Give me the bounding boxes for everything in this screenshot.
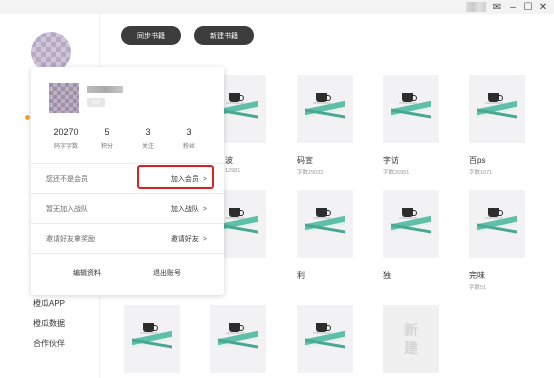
avatar[interactable] (31, 32, 71, 72)
logout-button[interactable]: 退出账号 (153, 268, 181, 278)
edit-profile-button[interactable]: 编辑资料 (73, 268, 101, 278)
stat-label: 关注 (141, 144, 154, 150)
highlight-box (137, 165, 214, 189)
coffee-cup-icon (488, 208, 503, 217)
coffee-cup-icon (143, 323, 158, 332)
chevron-right-icon: > (202, 206, 207, 213)
book-cover[interactable] (297, 190, 353, 258)
book-cover[interactable] (124, 305, 180, 373)
chevron-right-icon: > (202, 236, 207, 243)
avatar[interactable] (49, 83, 79, 113)
book-title: 码宣 (297, 156, 313, 165)
coffee-cup-icon (402, 208, 417, 217)
book-cover[interactable] (469, 190, 525, 258)
book-word-count: 字数51 (469, 285, 487, 291)
minimize-icon[interactable]: – (506, 0, 520, 14)
coffee-cup-icon (229, 93, 244, 102)
close-icon[interactable]: ✕ (536, 0, 550, 14)
coffee-cup-icon (316, 93, 331, 102)
coffee-cup-icon (402, 93, 417, 102)
divider (31, 223, 224, 224)
stat-value: 5 (104, 127, 110, 137)
book-word-count: 12981 (225, 168, 241, 174)
user-profile-popup: VIP 20270 码字字数 5 积分 3 关注 3 粉丝 您还不是会员 加入会… (31, 67, 224, 295)
book-cover[interactable] (210, 305, 266, 373)
user-avatar-mini[interactable] (466, 2, 486, 12)
book-cover[interactable] (383, 190, 439, 258)
invite-friends-link[interactable]: 邀请好友 > (171, 234, 207, 244)
book-title: 独 (383, 271, 391, 280)
title-bar: ✉ – ☐ ✕ (0, 0, 554, 14)
coffee-cup-icon (316, 208, 331, 217)
stat-value: 20270 (53, 127, 79, 137)
stat-word-count[interactable]: 20270 码字字数 (48, 127, 84, 150)
username-blurred (87, 86, 123, 93)
stat-label: 积分 (100, 144, 113, 150)
sidebar-item-app[interactable]: 橙瓜APP (33, 298, 65, 309)
stat-following[interactable]: 3 关注 (130, 127, 166, 150)
sidebar-item-data[interactable]: 橙瓜数据 (33, 318, 65, 329)
membership-status: 您还不是会员 (46, 176, 88, 183)
book-cover[interactable] (383, 75, 439, 143)
divider (31, 253, 224, 254)
notification-dot (25, 115, 30, 120)
invite-reward-text: 邀请好友拿奖励 (46, 236, 95, 243)
join-team-link[interactable]: 加入战队 > (171, 204, 207, 214)
stat-label: 粉丝 (182, 144, 195, 150)
book-cover[interactable] (297, 305, 353, 373)
sync-books-button[interactable]: 同步书籍 (121, 26, 181, 45)
new-book-text-1: 新 (404, 322, 418, 338)
book-cover[interactable] (469, 75, 525, 143)
mail-icon[interactable]: ✉ (490, 0, 504, 14)
coffee-cup-icon (229, 323, 244, 332)
coffee-cup-icon (229, 208, 244, 217)
book-cover[interactable] (297, 75, 353, 143)
new-book-button[interactable]: 新建书籍 (194, 26, 254, 45)
coffee-cup-icon (488, 93, 503, 102)
book-title: 百ps (469, 156, 486, 165)
coffee-cup-icon (316, 323, 331, 332)
stat-value: 3 (145, 127, 151, 137)
book-word-count: 字数1071 (469, 170, 493, 176)
stat-label: 码字字数 (53, 144, 78, 150)
stat-fans[interactable]: 3 粉丝 (171, 127, 207, 150)
sidebar-item-partners[interactable]: 合作伙伴 (33, 338, 65, 349)
vip-badge: VIP (87, 98, 105, 107)
book-title: 波 (225, 156, 233, 165)
book-title: 完味 (469, 271, 485, 280)
new-book-text-2: 建 (404, 340, 418, 356)
book-word-count: 字数29032 (297, 170, 324, 176)
divider (31, 193, 224, 194)
stat-value: 3 (186, 127, 192, 137)
maximize-icon[interactable]: ☐ (521, 0, 535, 14)
team-status: 暂无加入战队 (46, 206, 88, 213)
book-title: 字访 (383, 156, 399, 165)
new-book-tile[interactable]: 新 建 (383, 305, 439, 373)
divider (31, 163, 224, 164)
book-title: 利 (297, 271, 305, 280)
app-window: ✉ – ☐ ✕ 橙瓜APP 橙瓜数据 合作伙伴 同步书籍 新建书籍 波 1298… (0, 0, 554, 378)
book-word-count: 字数26951 (383, 170, 410, 176)
stat-points[interactable]: 5 积分 (89, 127, 125, 150)
